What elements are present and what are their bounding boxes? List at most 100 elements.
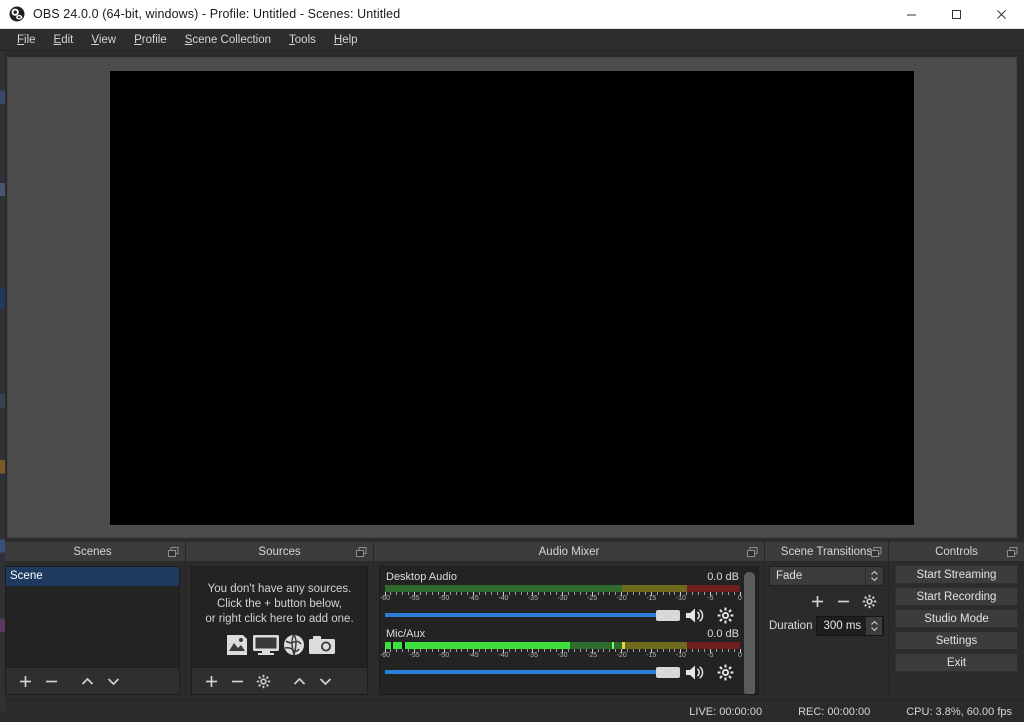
source-properties-button[interactable] [250,669,276,693]
exit-button[interactable]: Exit [895,653,1018,672]
menu-edit[interactable]: Edit [45,29,83,51]
chevron-updown-icon[interactable] [865,567,883,585]
float-dock-icon[interactable] [1007,547,1018,558]
camera-icon [308,634,336,656]
slider-fill [385,670,656,674]
transition-select-value: Fade [770,570,865,582]
meter-red-zone [687,585,740,592]
meter-tick-minor [609,649,610,652]
move-source-up-button[interactable] [286,669,312,693]
float-dock-icon[interactable] [356,547,367,558]
add-scene-button[interactable] [12,669,38,693]
audio-mixer-scrollbar-thumb[interactable] [744,572,755,695]
meter-tick-label: -45 [469,595,479,602]
audio-mixer-scrollbar[interactable] [744,568,757,693]
float-dock-icon[interactable] [168,547,179,558]
audio-mixer-body: Desktop Audio 0.0 dB -60-5 [379,566,759,695]
meter-gap-b [402,642,405,649]
meter-tick-minor [491,649,492,652]
remove-source-button[interactable] [224,669,250,693]
preview-area[interactable] [7,57,1017,538]
meter-tick-minor [485,592,486,595]
float-dock-icon[interactable] [747,547,758,558]
gear-icon[interactable] [710,663,740,681]
meter-tick-minor [450,592,451,595]
volume-slider[interactable] [385,664,680,680]
scenes-list[interactable]: Scene [5,566,180,668]
meter-tick-minor [568,592,569,595]
slider-handle[interactable] [656,610,680,621]
menu-file[interactable]: FFileile [8,29,45,51]
meter-tick-label: -25 [587,595,597,602]
speaker-on-icon[interactable] [680,606,710,624]
meter-tick-minor [538,592,539,595]
slider-handle[interactable] [656,667,680,678]
meter-tick-minor [461,592,462,595]
menu-help[interactable]: Help [325,29,367,51]
meter-tick-label: -55 [410,652,420,659]
duration-input[interactable]: 300 ms [816,616,884,636]
dock-row: Scenes Scene [0,542,1024,700]
preview-canvas[interactable] [110,71,914,525]
meter-tick-minor [396,649,397,652]
meter-tick-minor [574,649,575,652]
studio-mode-button[interactable]: Studio Mode [895,609,1018,628]
scene-list-item[interactable]: Scene [6,567,179,586]
add-source-button[interactable] [198,669,224,693]
scenes-body: Scene [0,562,185,700]
float-dock-icon[interactable] [871,547,882,558]
controls-dock-title: Controls [889,542,1024,562]
meter-tick-minor [544,592,545,595]
transition-select[interactable]: Fade [769,566,884,586]
meter-peak-indicator [612,642,614,649]
add-transition-button[interactable] [804,589,830,613]
meter-tick-minor [396,592,397,595]
settings-button[interactable]: Settings [895,631,1018,650]
move-scene-down-button[interactable] [100,669,126,693]
meter-tick-minor [603,592,604,595]
preview-container [0,51,1024,542]
speaker-on-icon[interactable] [680,663,710,681]
mixer-channel-controls [385,606,740,624]
transition-properties-button[interactable] [856,589,882,613]
meter-tick-minor [485,649,486,652]
sources-dock: Sources You don't have any sources. Clic… [185,542,373,700]
meter-background [385,585,740,592]
meter-peak-hold [622,642,625,649]
menu-scene-collection[interactable]: Scene Collection [176,29,280,51]
meter-tick-minor [509,649,510,652]
meter-tick-label: -5 [707,595,713,602]
slider-fill [385,613,656,617]
menu-view[interactable]: View [82,29,125,51]
close-button[interactable] [979,0,1024,29]
meter-tick-minor [580,592,581,595]
meter-tick-label: -30 [557,652,567,659]
scenes-dock-title: Scenes [0,542,185,562]
mixer-level-meter [385,585,740,592]
sources-empty-state[interactable]: You don't have any sources. Click the + … [191,566,368,668]
start-streaming-button[interactable]: Start Streaming [895,565,1018,584]
meter-tick-minor [669,592,670,595]
rec-timer: REC: 00:00:00 [798,706,870,718]
minimize-button[interactable] [889,0,934,29]
mixer-channel-controls [385,663,740,681]
audio-mixer-title-label: Audio Mixer [539,546,600,558]
remove-scene-button[interactable] [38,669,64,693]
maximize-button[interactable] [934,0,979,29]
remove-transition-button[interactable] [830,589,856,613]
move-source-down-button[interactable] [312,669,338,693]
meter-red-zone [687,642,740,649]
sources-toolbar [191,668,368,695]
menu-profile[interactable]: Profile [125,29,176,51]
gear-icon[interactable] [710,606,740,624]
volume-slider[interactable] [385,607,680,623]
move-scene-up-button[interactable] [74,669,100,693]
meter-tick-minor [574,592,575,595]
meter-tick-minor [704,649,705,652]
menu-tools[interactable]: Tools [280,29,325,51]
start-recording-button[interactable]: Start Recording [895,587,1018,606]
scenes-dock: Scenes Scene [0,542,185,700]
meter-tick-minor [432,592,433,595]
audio-mixer-body-wrap: Desktop Audio 0.0 dB -60-5 [374,562,764,700]
duration-stepper-icon[interactable] [866,617,882,635]
